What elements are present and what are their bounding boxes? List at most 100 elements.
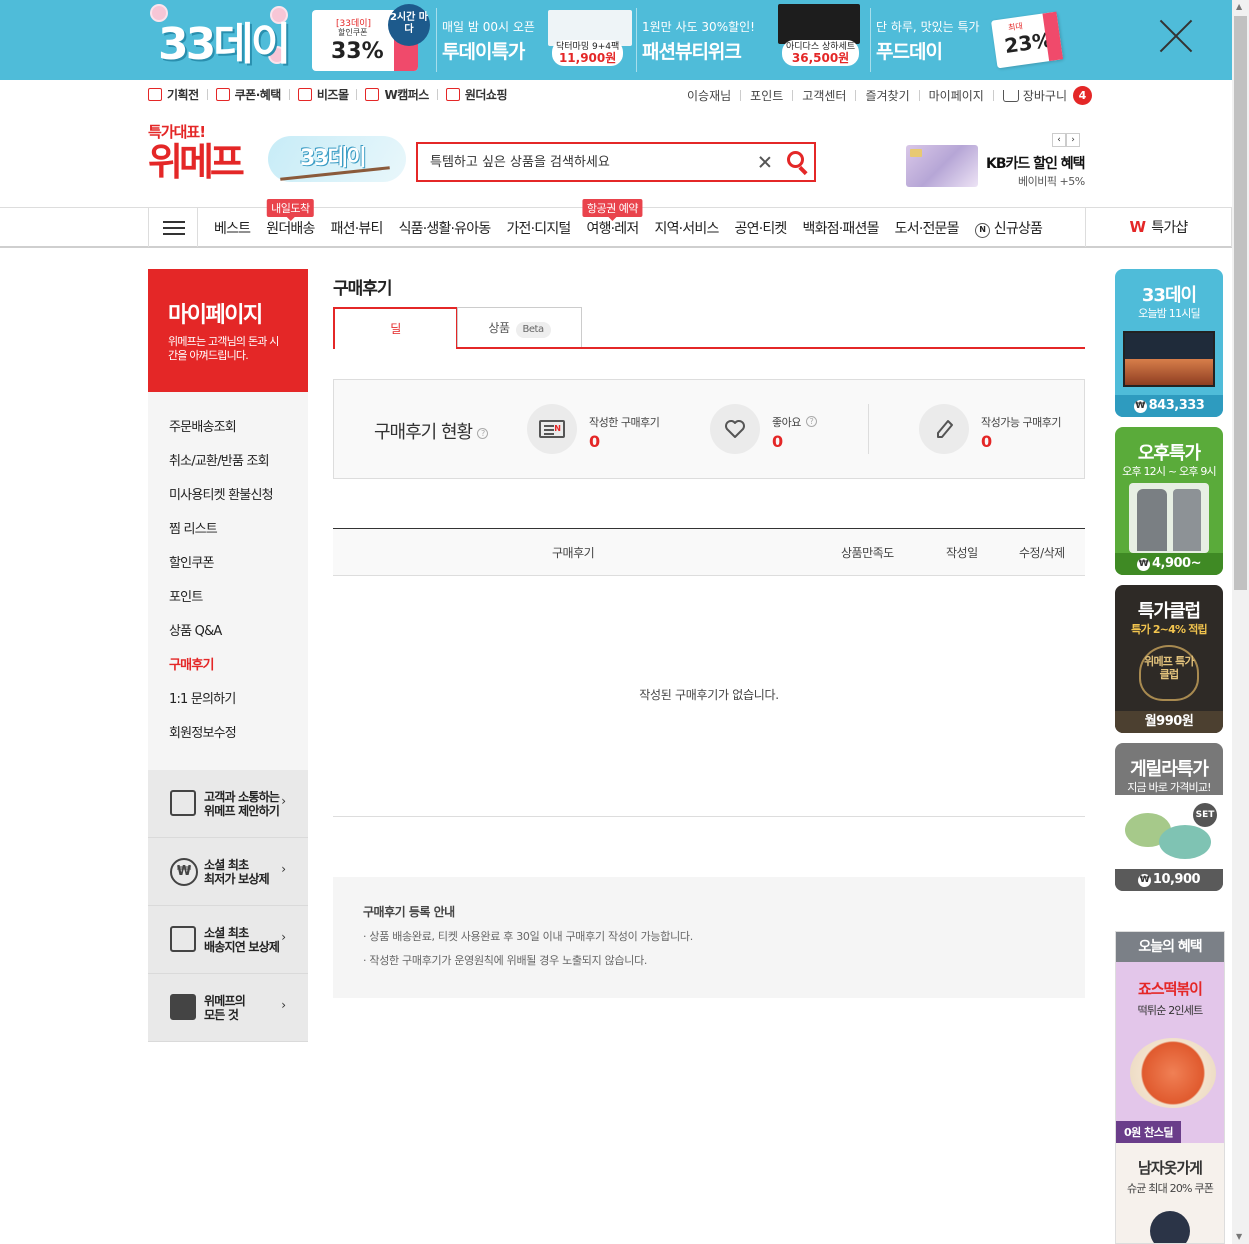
page-scrollbar[interactable]: ▲ ▼ <box>1232 0 1249 1244</box>
util-link-exhibition[interactable]: 기획전 <box>148 86 199 103</box>
review-document-icon <box>539 420 565 438</box>
kb-card-ad[interactable]: KB카드 할인 혜택 베이비픽 +5% ‹ › <box>900 133 1090 189</box>
search-icon[interactable] <box>784 149 810 176</box>
sidebar-item-inquiry[interactable]: 1:1 문의하기 <box>148 688 308 722</box>
extra-line1: 소셜 최초 <box>204 858 249 872</box>
extra-label: 소셜 최초 최저가 보상제 <box>204 858 270 886</box>
about-wemakeprice-link[interactable]: 위메프의 모든 것 › <box>148 974 308 1042</box>
wing-subtitle: 특가 2~4% 적립 <box>1131 623 1207 636</box>
product-price: 36,500원 <box>791 51 850 65</box>
customer-center-link[interactable]: 고객센터 <box>802 87 846 104</box>
scroll-down-arrow-icon[interactable]: ▼ <box>1236 1232 1242 1241</box>
tv-screen-scene <box>1125 359 1213 385</box>
benefit-item-tteokbokki[interactable]: 죠스떡볶이 떡튀순 2인세트 0원 찬스딜 <box>1116 962 1224 1143</box>
util-link-bizmall[interactable]: 비즈몰 <box>297 86 349 103</box>
extra-line2: 위메프 제안하기 <box>204 804 280 818</box>
w-logo-icon <box>170 994 196 1020</box>
wing-price: ₩843,333 <box>1115 395 1223 417</box>
sidebar-item-points[interactable]: 포인트 <box>148 586 308 620</box>
promo-food-day[interactable]: 단 하루, 맛있는 특가 푸드데이 <box>876 18 980 64</box>
gnb-item-wonder-delivery[interactable]: 내일도착 원더배송 <box>258 198 322 238</box>
gnb-items: 베스트 내일도착 원더배송 패션·뷰티 식품·생활·유아동 가전·디지털 항공권 … <box>206 198 1050 247</box>
close-icon[interactable] <box>1158 18 1194 54</box>
gnb-item-tickets[interactable]: 공연·티켓 <box>727 218 795 238</box>
sidebar-item-product-qna[interactable]: 상품 Q&A <box>148 620 308 654</box>
scroll-up-arrow-icon[interactable]: ▲ <box>1236 2 1242 11</box>
cart-link[interactable]: 장바구니 4 <box>1002 86 1092 105</box>
sidebar-item-reviews[interactable]: 구매후기 <box>148 654 308 688</box>
max-coupon-23: 최대 23% <box>990 11 1064 69</box>
sidebar-item-ticket-refund[interactable]: 미사용티켓 환불신청 <box>148 484 308 518</box>
column-edit-delete: 수정/삭제 <box>1019 546 1065 560</box>
gnb-flag: 내일도착 <box>267 198 314 221</box>
promo-fashion-week[interactable]: 1원만 사도 30%할인! 패션뷰티위크 <box>642 18 755 64</box>
site-logo[interactable]: 특가대표! 위메프 <box>148 121 245 182</box>
wing-price-value: 10,900 <box>1152 872 1201 887</box>
brand-tagline: 특가대표! <box>148 123 206 141</box>
gnb-item-label: 지역·서비스 <box>654 220 719 237</box>
util-link-wonder-shopping[interactable]: 원더쇼핑 <box>445 86 508 103</box>
card-chip <box>910 149 922 157</box>
wing-banner-33day[interactable]: 33데이 오늘밤 11시딜 ₩843,333 <box>1115 269 1223 417</box>
promo-divider <box>436 8 437 72</box>
gnb-item-books[interactable]: 도서·전문몰 <box>887 218 967 238</box>
lowest-price-guarantee-link[interactable]: ₩ 소셜 최초 최저가 보상제 › <box>148 838 308 906</box>
sidebar-item-coupons[interactable]: 할인쿠폰 <box>148 552 308 586</box>
chevron-right-icon: › <box>281 930 286 944</box>
benefit-item-subtitle: 슈균 최대 20% 쿠폰 <box>1126 1182 1214 1195</box>
pants-shape <box>1173 489 1201 551</box>
wing-banner-afternoon[interactable]: 오후특가 오후 12시 ~ 오후 9시 ₩4,900~ <box>1115 427 1223 575</box>
gnb-item-best[interactable]: 베스트 <box>206 218 258 238</box>
sidebar-item-cancel-return[interactable]: 취소/교환/반품 조회 <box>148 450 308 484</box>
gnb-item-digital[interactable]: 가전·디지털 <box>498 218 578 238</box>
util-link-wcampus[interactable]: W캠퍼스 <box>365 86 429 103</box>
benefit-item-mens-clothing[interactable]: 남자옷가게 슈균 최대 20% 쿠폰 <box>1116 1143 1224 1243</box>
pencil-note-icon <box>170 790 196 816</box>
sidebar-item-edit-profile[interactable]: 회원정보수정 <box>148 722 308 756</box>
clear-icon[interactable] <box>756 153 774 171</box>
gnb-item-local-service[interactable]: 지역·서비스 <box>646 218 726 238</box>
gnb-item-new-products[interactable]: N 신규상품 <box>967 218 1050 238</box>
promo-banner[interactable]: 33데이 [33데이] 할인쿠폰 33% 2시간 마다 매일 밤 00시 오픈 … <box>0 0 1232 80</box>
sidebar-item-order-tracking[interactable]: 주문배송조회 <box>148 416 308 450</box>
prev-arrow-icon[interactable]: ‹ <box>1052 133 1066 147</box>
bookmark-link[interactable]: 즐겨찾기 <box>865 87 909 104</box>
sidebar-item-wishlist[interactable]: 찜 리스트 <box>148 518 308 552</box>
review-table-header: 구매후기 상품만족도 작성일 수정/삭제 <box>333 528 1085 576</box>
promo-today-deal[interactable]: 매일 밤 00시 오픈 투데이특가 <box>442 18 535 64</box>
proposal-link[interactable]: 고객과 소통하는 위메프 제안하기 › <box>148 770 308 838</box>
tab-deal[interactable]: 딜 <box>333 307 458 349</box>
help-icon[interactable]: ? <box>805 416 817 427</box>
tab-product[interactable]: 상품 Beta <box>457 307 582 347</box>
mypage-link[interactable]: 마이페이지 <box>929 87 984 104</box>
cart-label: 장바구니 <box>1022 89 1067 103</box>
stat-value: 0 <box>981 432 993 451</box>
review-status-box: 구매후기 현황? 작성한 구매후기 0 좋아요? 0 작성가능 구매후기 0 <box>333 379 1085 479</box>
special-shop-link[interactable]: W 특가샵 <box>1085 208 1232 247</box>
search-input[interactable] <box>430 152 750 172</box>
stat-label-text: 좋아요 <box>772 416 801 429</box>
point-link[interactable]: 포인트 <box>750 87 783 104</box>
event-logo-33day[interactable]: 33데이 <box>268 128 408 186</box>
wing-banner-guerrilla[interactable]: 게릴라특가 지금 바로 가격비교! SET ₩10,900 <box>1115 743 1223 891</box>
gnb-item-food-living[interactable]: 식품·생활·유아동 <box>391 218 499 238</box>
gnb-item-department[interactable]: 백화점·패션몰 <box>795 218 887 238</box>
scroll-thumb[interactable] <box>1234 16 1247 590</box>
hamburger-menu-icon[interactable] <box>148 208 198 247</box>
promo-divider <box>636 8 637 72</box>
user-name-link[interactable]: 이승재님 <box>687 87 731 104</box>
util-link-coupon[interactable]: 쿠폰·혜택 <box>215 86 282 103</box>
cart-icon <box>1002 89 1019 102</box>
help-icon[interactable]: ? <box>477 428 489 439</box>
separator <box>436 89 438 100</box>
gnb-item-travel[interactable]: 항공권 예약 여행·레저 <box>579 198 647 238</box>
gnb-item-label: 공연·티켓 <box>734 220 788 237</box>
promo-logo: 33데이 <box>158 19 291 70</box>
next-arrow-icon[interactable]: › <box>1066 133 1080 147</box>
util-link-label: 기획전 <box>167 88 199 102</box>
ad-title: KB카드 할인 혜택 <box>986 156 1086 172</box>
wing-banner-special-club[interactable]: 특가클럽 특가 2~4% 적립 위메프 특가클럽 월990원 <box>1115 585 1223 733</box>
gnb-item-fashion-beauty[interactable]: 패션·뷰티 <box>323 218 391 238</box>
delivery-delay-guarantee-link[interactable]: 소셜 최초 배송지연 보상제 › <box>148 906 308 974</box>
util-link-label: 쿠폰·혜택 <box>234 88 282 102</box>
